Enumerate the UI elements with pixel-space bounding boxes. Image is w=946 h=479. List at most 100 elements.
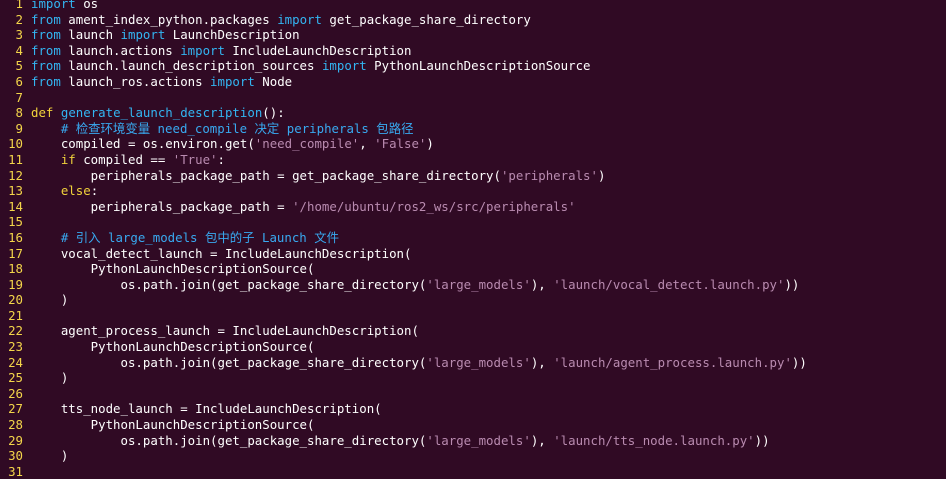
code-token: ) [31,370,69,386]
line-number: 7 [15,89,23,105]
line-code: else: [31,183,98,198]
code-token: peripherals_package_path = get_package_s… [31,167,501,183]
code-line[interactable]: 14 peripherals_package_path = '/home/ubu… [0,199,946,215]
line-number: 2 [15,11,23,27]
code-token: ) [31,448,69,464]
code-token: import [321,58,367,74]
code-line[interactable]: 5 from launch.launch_description_sources … [0,58,946,74]
code-token: generate_launch_description [60,105,263,121]
code-token: launch_ros.actions [60,73,211,89]
code-line[interactable]: 22 agent_process_launch = IncludeLaunchD… [0,323,946,339]
code-line[interactable]: 6 from launch_ros.actions import Node [0,74,946,90]
code-token: PythonLaunchDescriptionSource [366,58,591,74]
code-token: )) [754,432,770,448]
code-line[interactable]: 2 from ament_index_python.packages import… [0,12,946,28]
line-code: peripherals_package_path = get_package_s… [31,167,606,183]
code-token: # 检查环境变量 need_compile 决定 peripherals 包路径 [31,120,414,136]
code-token: ament_index_python.packages [60,11,278,27]
code-token: : [90,183,99,199]
line-code: os.path.join(get_package_share_directory… [31,433,770,448]
line-number: 3 [15,27,23,43]
code-line[interactable]: 7 [0,90,946,106]
line-number: 31 [8,463,23,479]
code-line[interactable]: 19 os.path.join(get_package_share_direct… [0,277,946,293]
code-line[interactable]: 12 peripherals_package_path = get_packag… [0,168,946,184]
code-token: )) [791,354,807,370]
code-editor[interactable]: 1 import os 2 from ament_index_python.packa… [0,0,946,479]
code-token: , [359,136,375,152]
code-line[interactable]: 1 import os [0,0,946,12]
code-line[interactable]: 21 [0,308,946,324]
code-line[interactable]: 23 PythonLaunchDescriptionSource( [0,339,946,355]
line-code: vocal_detect_launch = IncludeLaunchDescr… [31,246,412,261]
line-code: from ament_index_python.packages import … [31,12,531,27]
code-token: # 引入 large_models 包中的子 Launch 文件 [31,229,339,245]
code-token: 'large_models' [426,354,531,370]
code-token: 'peripherals' [500,167,598,183]
line-code: from launch import LaunchDescription [31,27,300,42]
line-number: 4 [15,42,23,58]
line-number: 11 [8,151,23,167]
code-token: 'large_models' [426,276,531,292]
code-line[interactable]: 4 from launch.actions import IncludeLaunc… [0,43,946,59]
code-token: from [31,11,61,27]
code-token: IncludeLaunchDescription [224,42,412,58]
line-number: 20 [8,292,23,308]
code-line[interactable]: 31 [0,464,946,479]
line-number: 21 [8,307,23,323]
code-line[interactable]: 16 # 引入 large_models 包中的子 Launch 文件 [0,230,946,246]
code-token: 'launch/vocal_detect.launch.py' [553,276,785,292]
code-line[interactable]: 17 vocal_detect_launch = IncludeLaunchDe… [0,246,946,262]
code-line[interactable]: 18 PythonLaunchDescriptionSource( [0,261,946,277]
code-token: 'False' [374,136,427,152]
code-token: ), [530,276,554,292]
code-line[interactable]: 25 ) [0,370,946,386]
code-line[interactable]: 9 # 检查环境变量 need_compile 决定 peripherals 包… [0,121,946,137]
line-number: 28 [8,417,23,433]
code-line[interactable]: 13 else: [0,183,946,199]
code-token: os.path.join(get_package_share_directory… [31,432,427,448]
line-code: PythonLaunchDescriptionSource( [31,339,315,354]
code-line[interactable]: 29 os.path.join(get_package_share_direct… [0,433,946,449]
line-code: compiled = os.environ.get('need_compile'… [31,136,434,151]
line-number: 27 [8,401,23,417]
line-number: 25 [8,370,23,386]
code-line[interactable]: 11 if compiled == 'True': [0,152,946,168]
code-line[interactable]: 3 from launch import LaunchDescription [0,27,946,43]
line-code: agent_process_launch = IncludeLaunchDesc… [31,323,419,338]
line-code: # 引入 large_models 包中的子 Launch 文件 [31,230,339,245]
code-token: if [60,151,76,167]
code-line[interactable]: 28 PythonLaunchDescriptionSource( [0,417,946,433]
line-number: 5 [15,58,23,74]
code-line[interactable]: 10 compiled = os.environ.get('need_compi… [0,136,946,152]
line-code: PythonLaunchDescriptionSource( [31,261,315,276]
line-number: 6 [15,73,23,89]
code-token: compiled == [75,151,173,167]
code-token: 'True' [172,151,218,167]
line-number: 9 [15,120,23,136]
code-line[interactable]: 8 def generate_launch_description(): [0,105,946,121]
code-line[interactable]: 15 [0,214,946,230]
line-code: if compiled == 'True': [31,152,225,167]
code-token: import [180,42,225,58]
code-token: ) [426,136,434,152]
line-code: import os [31,0,98,11]
code-line[interactable]: 20 ) [0,292,946,308]
line-number: 18 [8,261,23,277]
code-line[interactable]: 26 [0,386,946,402]
code-token: get_package_share_directory [321,11,531,27]
code-token: tts_node_launch = IncludeLaunchDescripti… [31,401,382,417]
line-number: 30 [8,448,23,464]
code-token: def [31,105,54,121]
code-line[interactable]: 30 ) [0,448,946,464]
line-number: 1 [15,0,23,11]
line-number: 14 [8,198,23,214]
code-line[interactable]: 27 tts_node_launch = IncludeLaunchDescri… [0,401,946,417]
line-code: os.path.join(get_package_share_directory… [31,355,807,370]
code-line[interactable]: 24 os.path.join(get_package_share_direct… [0,355,946,371]
code-token: ), [530,354,554,370]
code-token: launch.launch_description_sources [60,58,322,74]
code-token: (): [262,105,285,121]
